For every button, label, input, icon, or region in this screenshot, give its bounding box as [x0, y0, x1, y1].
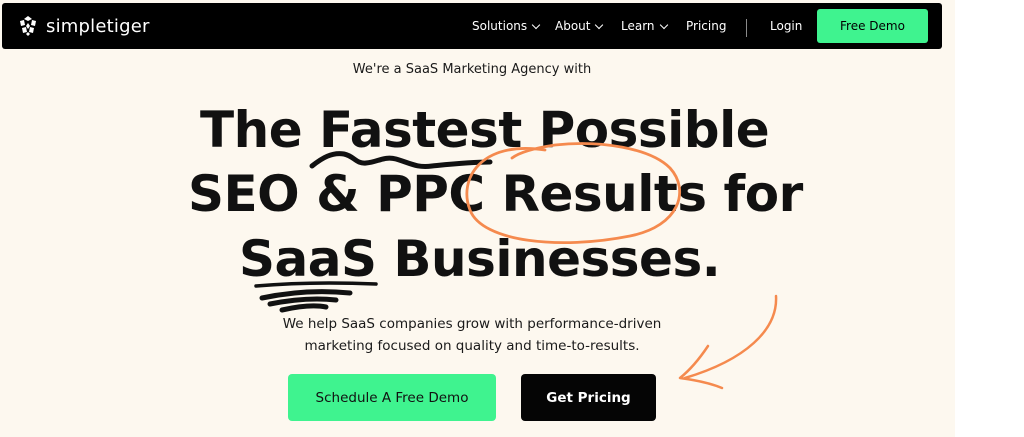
tiger-head-icon — [20, 16, 36, 36]
top-navbar: simpletiger Solutions About Learn Pricin… — [2, 3, 942, 49]
nav-item-label: About — [555, 19, 591, 33]
get-pricing-button[interactable]: Get Pricing — [521, 374, 656, 421]
chevron-down-icon — [531, 20, 541, 29]
headline-underlined-word: SaaS — [239, 230, 377, 288]
nav-item-label: Learn — [621, 19, 655, 33]
login-link[interactable]: Login — [770, 19, 802, 33]
brand-name: simpletiger — [46, 15, 150, 37]
nav-item-label: Pricing — [686, 19, 727, 33]
schedule-demo-button[interactable]: Schedule A Free Demo — [288, 374, 496, 421]
chevron-down-icon — [659, 20, 668, 29]
brand-logo[interactable]: simpletiger — [16, 13, 150, 39]
nav-item-solutions[interactable]: Solutions — [472, 19, 541, 33]
nav-item-learn[interactable]: Learn — [621, 19, 668, 33]
free-demo-button[interactable]: Free Demo — [817, 9, 928, 43]
headline-line-2: SEO & PPC Results for — [188, 165, 803, 223]
headline-line-3: SaaS Businesses. — [239, 230, 721, 288]
login-label: Login — [770, 19, 803, 33]
subtext-line: marketing focused on quality and time-to… — [304, 338, 640, 354]
hero-subtext: We help SaaS companies grow with perform… — [0, 313, 944, 357]
subtext-line: We help SaaS companies grow with perform… — [282, 316, 662, 332]
headline-text: SEO & PPC — [188, 165, 502, 223]
nav-item-pricing[interactable]: Pricing — [686, 19, 726, 33]
nav-divider — [746, 19, 747, 37]
headline-line-1: The Fastest Possible — [200, 101, 770, 159]
nav-item-label: Solutions — [472, 19, 528, 33]
page: simpletiger Solutions About Learn Pricin… — [0, 0, 1024, 437]
chevron-down-icon — [595, 20, 604, 29]
headline-highlight-word: Results — [501, 165, 707, 223]
headline-text: Businesses. — [376, 230, 721, 288]
nav-item-about[interactable]: About — [555, 19, 604, 33]
hero-eyebrow: We're a SaaS Marketing Agency with — [352, 62, 592, 77]
headline-text: for — [706, 165, 803, 223]
